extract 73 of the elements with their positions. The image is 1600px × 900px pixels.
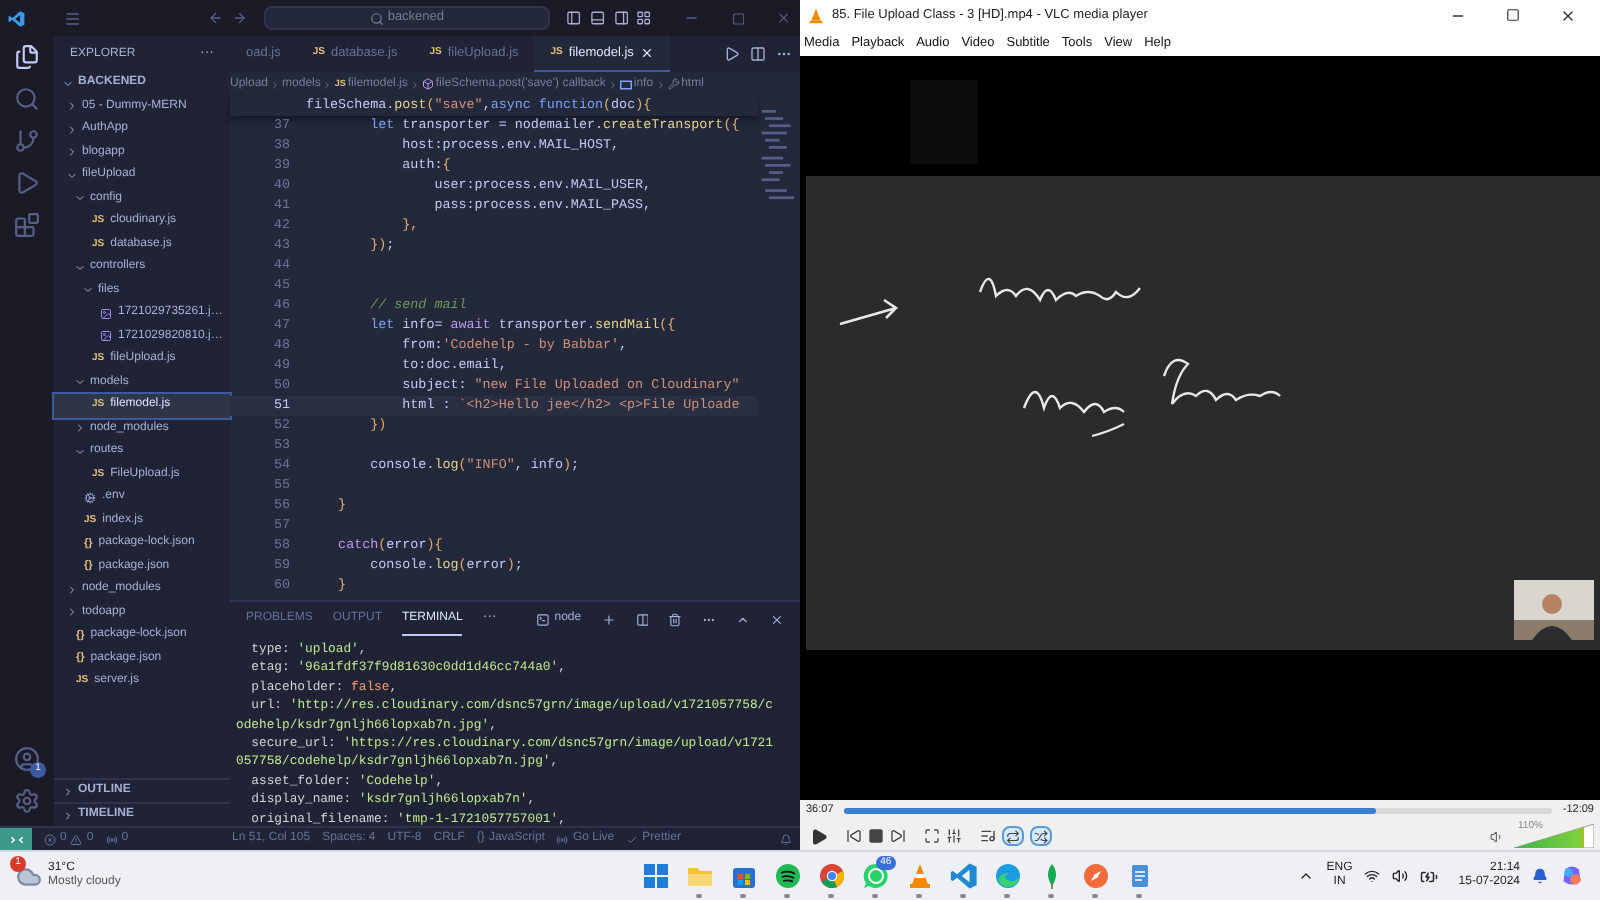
cloud-icon[interactable] — [16, 863, 42, 889]
spotify-icon[interactable] — [773, 862, 802, 890]
check-icon — [626, 833, 639, 845]
run-icon[interactable] — [724, 46, 740, 62]
volume-icon[interactable] — [1392, 868, 1409, 884]
windows-start-icon[interactable] — [641, 862, 670, 890]
terminal-icon — [536, 611, 551, 627]
traffic-cone-icon — [808, 7, 824, 23]
sidebar-layout-icon[interactable] — [566, 10, 582, 26]
wrench-icon — [667, 78, 680, 90]
gear-icon — [84, 491, 96, 504]
shuffle-icon — [1034, 829, 1048, 843]
warning-icon — [70, 833, 83, 845]
back-icon[interactable] — [208, 10, 224, 26]
error-icon — [44, 833, 56, 845]
seek-bar[interactable] — [843, 808, 1553, 814]
files-icon[interactable] — [14, 44, 40, 70]
vscode-logo-icon[interactable] — [949, 862, 978, 890]
settings-icon[interactable] — [14, 788, 40, 814]
shuffle-button[interactable] — [1030, 826, 1052, 846]
panel-layout-icon[interactable] — [589, 10, 606, 26]
close-icon[interactable] — [770, 611, 784, 627]
compass-icon[interactable] — [1081, 862, 1110, 890]
search-icon[interactable] — [14, 86, 40, 112]
chevron-up-icon[interactable] — [1298, 868, 1315, 884]
equalizer-icon[interactable] — [946, 828, 962, 844]
chevron-icon — [655, 79, 666, 89]
account-icon[interactable] — [14, 746, 40, 772]
cube-icon — [421, 78, 434, 90]
wifi-icon[interactable] — [1364, 868, 1381, 884]
secondary-layout-icon[interactable] — [613, 10, 629, 26]
remote-button[interactable] — [0, 828, 32, 850]
image-file-icon — [100, 330, 112, 343]
close-icon[interactable] — [1560, 7, 1576, 23]
chat-bubble-icon[interactable] — [861, 862, 890, 890]
bell-icon[interactable] — [780, 833, 792, 845]
ports-icon — [105, 833, 118, 845]
chevron-icon — [607, 79, 618, 89]
previous-icon[interactable] — [846, 828, 862, 844]
split-editor-icon[interactable] — [750, 46, 766, 62]
store-icon[interactable] — [729, 862, 758, 890]
layout-icon[interactable] — [636, 10, 652, 26]
loop-button[interactable] — [1002, 826, 1024, 846]
branch-icon[interactable] — [14, 128, 40, 154]
chevron-icon — [270, 79, 281, 89]
next-icon[interactable] — [890, 828, 906, 844]
new-terminal-icon[interactable] — [601, 611, 615, 627]
battery-icon[interactable] — [1420, 867, 1439, 885]
forward-icon[interactable] — [231, 10, 248, 26]
repeat-icon — [1006, 829, 1020, 843]
stop-icon[interactable] — [868, 828, 884, 844]
maximize-icon[interactable] — [1506, 8, 1520, 22]
image-file-icon — [100, 307, 112, 320]
chevron-icon — [409, 79, 420, 89]
broadcast-icon — [556, 833, 569, 845]
blocks-icon[interactable] — [14, 212, 40, 238]
chrome-icon[interactable] — [817, 862, 846, 890]
chevron-icon — [74, 376, 86, 389]
speaker-icon[interactable] — [1490, 829, 1504, 843]
remote-icon — [9, 833, 23, 845]
chevron-icon — [322, 79, 333, 89]
edge-icon[interactable] — [993, 862, 1022, 890]
traffic-cone-icon[interactable] — [905, 862, 934, 890]
vscode-logo-icon — [8, 9, 26, 27]
trash-icon[interactable] — [668, 611, 683, 627]
split-terminal-icon[interactable] — [635, 611, 649, 627]
play-icon[interactable] — [810, 827, 828, 845]
bell-icon[interactable] — [1532, 868, 1548, 884]
fullscreen-icon[interactable] — [924, 828, 940, 844]
copilot-icon[interactable] — [1560, 864, 1584, 888]
search-icon — [369, 11, 384, 25]
playlist-icon[interactable] — [980, 828, 996, 844]
variable-icon — [619, 79, 632, 89]
